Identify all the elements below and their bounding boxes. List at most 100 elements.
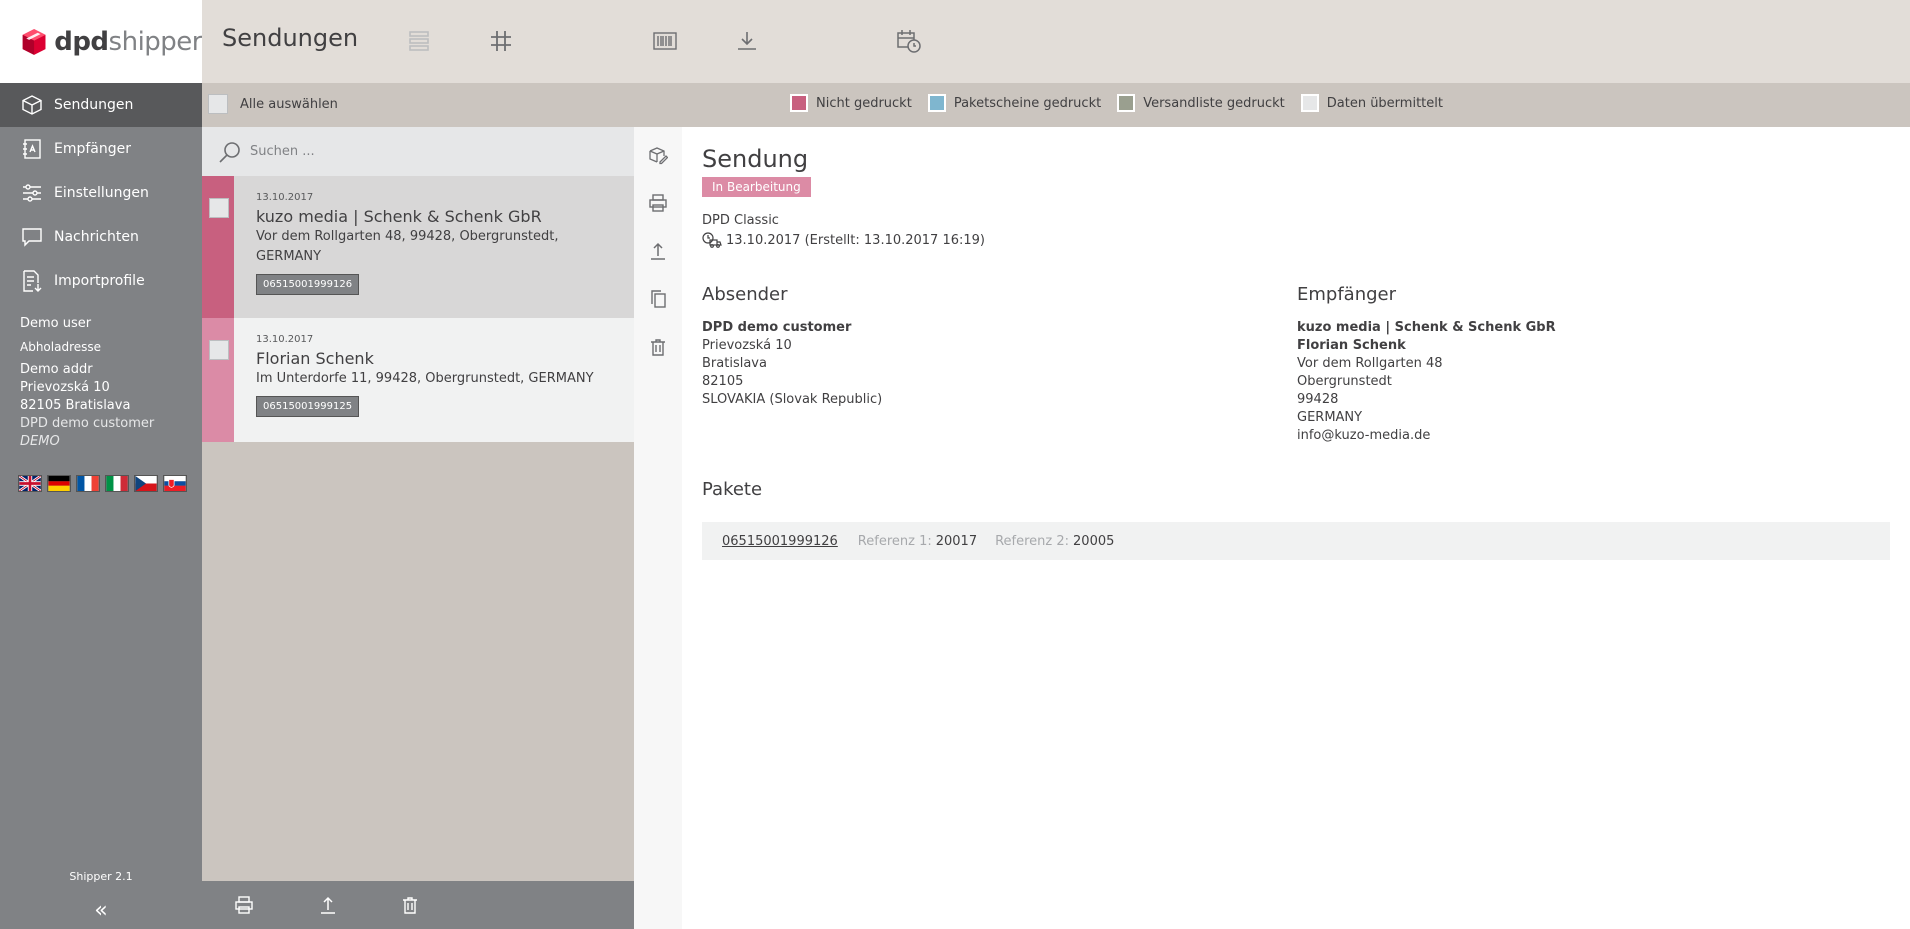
collapse-sidebar-button[interactable]: « (0, 898, 202, 923)
recipient-street: Vor dem Rollgarten 48 (1297, 356, 1443, 371)
flag-it-icon[interactable] (105, 475, 129, 492)
shipment-date: 13.10.2017 (256, 192, 314, 203)
shipment-address: Im Unterdorfe 11, 99428, Obergrunstedt, … (256, 371, 594, 386)
grid-view-icon[interactable] (488, 28, 514, 54)
legend-swatch (1300, 94, 1319, 112)
status-strip (202, 176, 234, 318)
sender-street: Prievozská 10 (702, 338, 792, 353)
sidebar-item-empfaenger[interactable]: Empfänger (0, 127, 202, 171)
reference2-label: Referenz 2: (995, 533, 1070, 549)
list-bottom-bar (202, 881, 634, 929)
sidebar-item-nachrichten[interactable]: Nachrichten (0, 215, 202, 259)
parcel-number-badge: 06515001999126 (256, 274, 360, 295)
copy-icon[interactable] (648, 289, 668, 309)
sidebar-item-label: Einstellungen (54, 185, 149, 201)
edit-package-icon[interactable] (648, 145, 668, 165)
service-type: DPD Classic (702, 213, 779, 228)
logo-text: dpdshipper (54, 26, 202, 57)
status-strip (202, 318, 234, 442)
sidebar-item-label: Importprofile (54, 273, 145, 289)
import-file-icon (23, 270, 42, 292)
list-view-icon[interactable] (406, 28, 432, 54)
trash-icon[interactable] (400, 895, 420, 915)
trash-icon[interactable] (648, 337, 668, 357)
upload-icon[interactable] (648, 241, 668, 261)
shipment-list-panel: Suchen ... 13.10.2017 kuzo media | Schen… (202, 127, 634, 929)
select-all[interactable]: Alle auswählen (208, 94, 338, 114)
reference1-label: Referenz 1: (857, 533, 932, 549)
legend-item: Paketscheine gedruckt (927, 94, 1101, 112)
sidebar-item-sendungen[interactable]: Sendungen (0, 83, 202, 127)
sender-block: Absender DPD demo customer Prievozská 10… (702, 284, 1297, 445)
sidebar-item-label: Nachrichten (54, 229, 139, 245)
detail-title: Sendung (702, 145, 809, 173)
flag-cz-icon[interactable] (134, 475, 158, 492)
flag-sk-icon[interactable] (163, 475, 187, 492)
user-info: Demo user Abholadresse Demo addr Prievoz… (0, 303, 202, 451)
select-all-label: Alle auswählen (240, 96, 338, 112)
package-icon (22, 95, 42, 115)
legend-item: Versandliste gedruckt (1117, 94, 1285, 112)
package-row: 06515001999126 Referenz 1: 20017 Referen… (702, 522, 1890, 560)
legend-label: Versandliste gedruckt (1143, 95, 1285, 111)
pickup-address-link[interactable]: Abholadresse (20, 338, 182, 356)
barcode-icon[interactable] (652, 28, 678, 54)
customer-tag: DEMO (20, 434, 60, 449)
shipment-row[interactable]: 13.10.2017 kuzo media | Schenk & Schenk … (202, 176, 634, 318)
shipment-address-country: GERMANY (256, 249, 322, 264)
recipient-block: Empfänger kuzo media | Schenk & Schenk G… (1297, 284, 1892, 445)
shipment-row[interactable]: 13.10.2017 Florian Schenk Im Unterdorfe … (202, 318, 634, 442)
address-book-icon (23, 139, 41, 159)
flag-uk-icon[interactable] (18, 475, 42, 492)
legend-swatch (790, 94, 808, 112)
legend-swatch (1117, 94, 1136, 112)
legend-item: Nicht gedruckt (790, 94, 912, 112)
filter-bar: Alle auswählen Nicht gedruckt Paketschei… (202, 83, 1910, 127)
flag-de-icon[interactable] (47, 475, 71, 492)
sidebar-item-label: Sendungen (54, 97, 134, 113)
sidebar-item-einstellungen[interactable]: Einstellungen (0, 171, 202, 215)
sidebar-item-importprofile[interactable]: Importprofile (0, 259, 202, 303)
sender-country: SLOVAKIA (Slovak Republic) (702, 392, 883, 407)
pickup-address-name: Demo addr (20, 362, 93, 377)
calendar-clock-icon[interactable] (896, 28, 922, 54)
status-legend: Nicht gedruckt Paketscheine gedruckt Ver… (790, 94, 1443, 112)
reference2-value: 20005 (1073, 533, 1115, 549)
download-icon[interactable] (734, 28, 760, 54)
user-name: Demo user (20, 316, 92, 331)
sidebar-item-label: Empfänger (54, 141, 132, 157)
row-checkbox[interactable] (209, 340, 229, 360)
recipient-city: Obergrunstedt (1297, 374, 1392, 389)
message-icon (22, 228, 42, 247)
print-icon[interactable] (234, 895, 254, 915)
flag-fr-icon[interactable] (76, 475, 100, 492)
shipment-recipient: Florian Schenk (256, 349, 374, 368)
status-badge: In Bearbeitung (702, 177, 811, 197)
recipient-email: info@kuzo-media.de (1297, 428, 1431, 443)
print-icon[interactable] (648, 193, 668, 213)
shipment-recipient: kuzo media | Schenk & Schenk GbR (256, 207, 542, 226)
page-title: Sendungen (222, 24, 359, 52)
logo[interactable]: dpdshipper (0, 0, 203, 83)
tracking-number-link[interactable]: 06515001999126 (722, 534, 838, 549)
legend-item: Daten übermittelt (1300, 94, 1443, 112)
recipient-heading: Empfänger (1297, 284, 1397, 305)
row-checkbox[interactable] (209, 198, 229, 218)
recipient-zip: 99428 (1297, 392, 1339, 407)
legend-label: Nicht gedruckt (816, 95, 912, 111)
shipment-date: 13.10.2017 (256, 334, 314, 345)
recipient-company: kuzo media | Schenk & Schenk GbR (1297, 320, 1556, 335)
search-input[interactable]: Suchen ... (250, 144, 315, 159)
upload-icon[interactable] (318, 895, 338, 915)
legend-label: Daten übermittelt (1326, 95, 1443, 111)
sidebar: dpdshipper Sendungen Empfänger Einstellu… (0, 0, 203, 929)
shipment-dateline: 13.10.2017 (Erstellt: 13.10.2017 16:19) (702, 232, 1892, 248)
sender-zip: 82105 (702, 374, 744, 389)
search-bar[interactable]: Suchen ... (202, 127, 634, 176)
select-all-checkbox[interactable] (208, 94, 228, 114)
top-bar: Sendungen (202, 0, 1910, 83)
delivery-clock-icon (702, 232, 722, 248)
pickup-address-city: 82105 Bratislava (20, 398, 131, 413)
legend-swatch (927, 94, 946, 112)
search-icon (219, 141, 240, 163)
